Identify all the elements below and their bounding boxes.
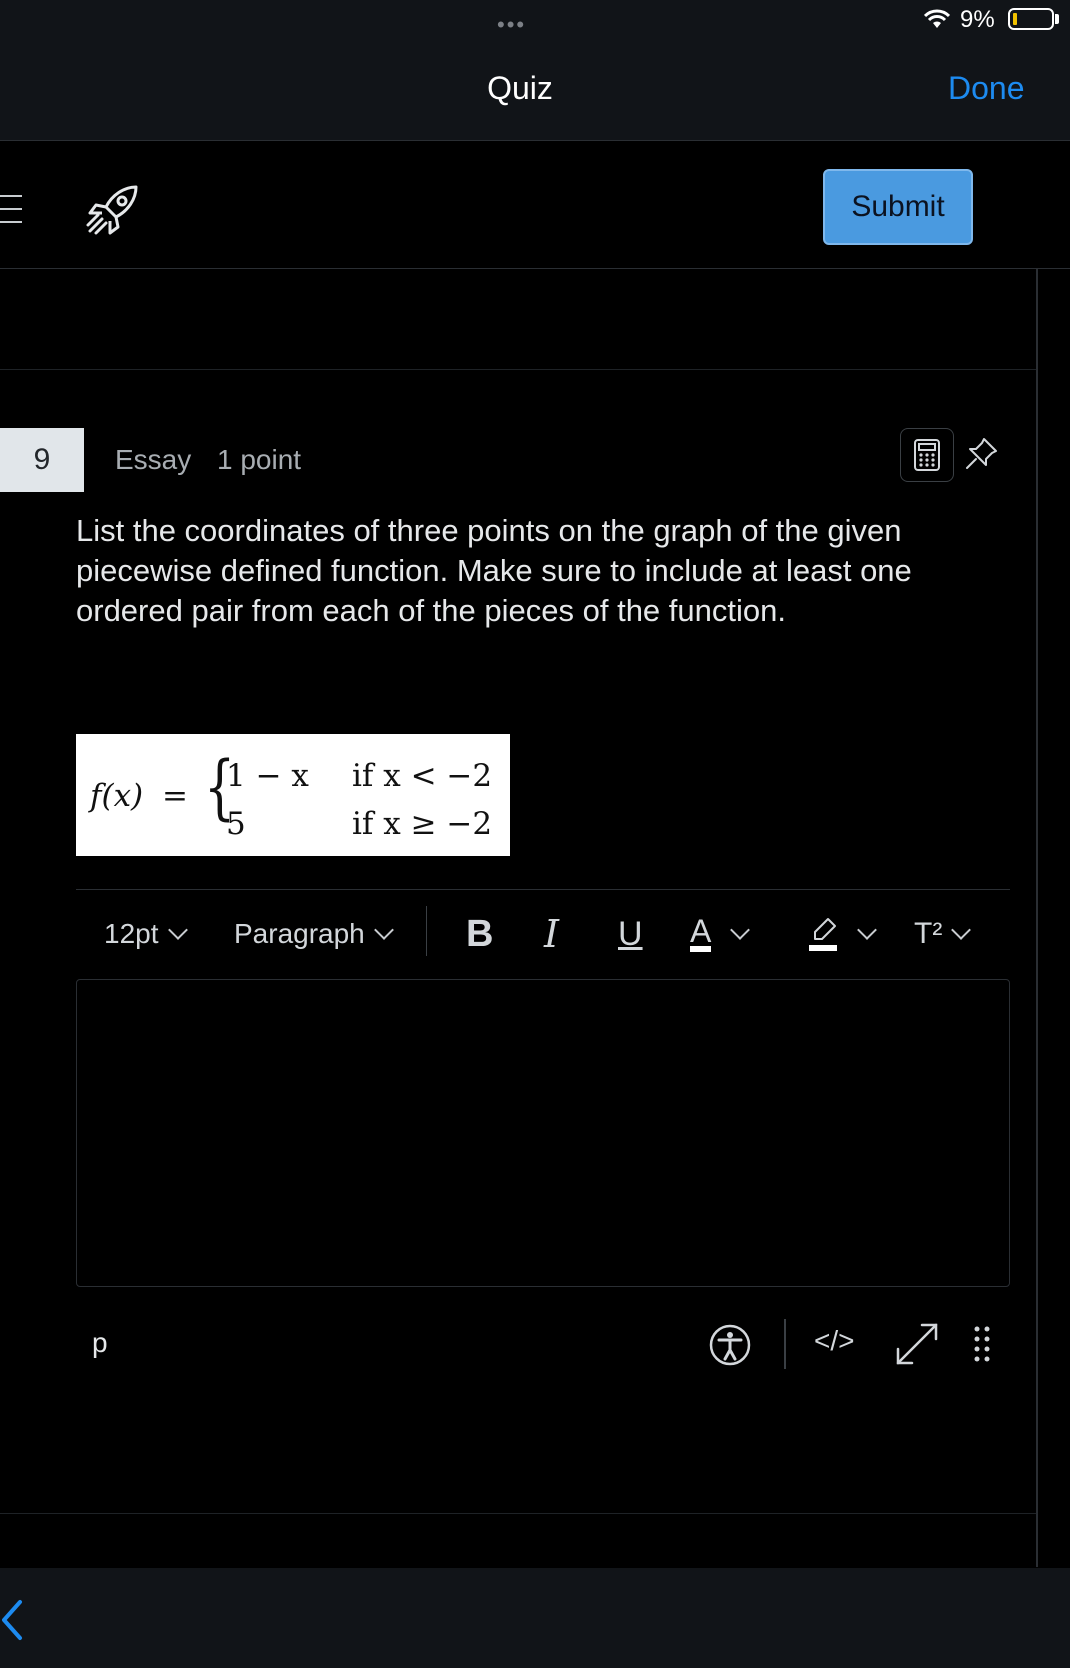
chevron-down-icon	[951, 920, 972, 940]
drag-handle-icon[interactable]	[972, 1325, 992, 1365]
html-code-view-button[interactable]: </>	[814, 1325, 854, 1357]
element-path[interactable]: p	[92, 1327, 108, 1359]
divider	[0, 369, 1036, 370]
battery-level	[1013, 13, 1017, 25]
question-panel: 9 Essay 1 point List the coordinates of …	[0, 269, 1038, 1567]
menu-icon[interactable]	[0, 193, 24, 225]
formula-lhs: f(x)	[90, 778, 144, 814]
piecewise-function-image: f(x) = { 1 − x if x < −2 5 if x ≥ −2	[76, 734, 510, 856]
formula-piece1-expr: 1 − x	[226, 758, 309, 794]
battery-cap	[1055, 14, 1059, 24]
font-size-select[interactable]: 12pt	[104, 909, 188, 959]
question-prompt: List the coordinates of three points on …	[76, 513, 912, 628]
wifi-icon	[924, 9, 950, 28]
formula-equals: =	[162, 778, 188, 814]
rocket-icon	[86, 185, 138, 235]
bold-button[interactable]: B	[466, 909, 493, 959]
question-points: 1 point	[217, 444, 302, 475]
underline-button[interactable]: U	[618, 909, 643, 959]
formula-piece1-cond: if x < −2	[352, 758, 493, 794]
submit-button[interactable]: Submit	[823, 169, 973, 245]
block-format-value: Paragraph	[234, 918, 365, 949]
battery-percent: 9%	[960, 6, 995, 33]
done-button[interactable]: Done	[948, 70, 1025, 107]
question-type: Essay	[115, 444, 192, 475]
essay-editor[interactable]	[76, 979, 1010, 1287]
text-color-button[interactable]: A	[690, 909, 751, 959]
expand-icon[interactable]	[894, 1321, 940, 1367]
multitasking-dots[interactable]: •••	[497, 12, 526, 38]
divider	[76, 889, 1010, 890]
app-header: Submit	[0, 141, 1070, 269]
highlighter-icon	[809, 918, 837, 951]
page-title: Quiz	[487, 70, 553, 106]
bottom-toolbar	[0, 1568, 1070, 1668]
toolbar-separator	[426, 906, 427, 956]
text-color-icon: A	[690, 915, 712, 952]
superscript-button[interactable]: T²	[914, 909, 972, 959]
formula-piece2-expr: 5	[226, 806, 246, 842]
chevron-down-icon	[167, 920, 188, 940]
back-icon[interactable]	[0, 1598, 24, 1642]
accessibility-icon[interactable]	[708, 1323, 752, 1367]
chevron-down-icon	[373, 920, 394, 940]
highlight-color-button[interactable]	[808, 909, 877, 959]
chevron-down-icon	[730, 920, 751, 940]
calculator-button[interactable]	[900, 428, 954, 482]
formula-piece2-cond: if x ≥ −2	[352, 806, 493, 842]
font-size-value: 12pt	[104, 918, 159, 949]
question-number: 9	[0, 428, 84, 492]
calculator-icon	[914, 439, 940, 471]
divider	[0, 1513, 1036, 1514]
status-separator	[784, 1319, 786, 1369]
block-format-select[interactable]: Paragraph	[234, 909, 394, 959]
italic-button[interactable]: I	[544, 909, 559, 959]
top-nav-bar: ••• 9% Quiz Done	[0, 0, 1070, 141]
superscript-icon: T²	[914, 917, 943, 950]
battery-icon	[1008, 8, 1054, 30]
chevron-down-icon	[857, 920, 877, 940]
pin-icon[interactable]	[964, 435, 1000, 471]
